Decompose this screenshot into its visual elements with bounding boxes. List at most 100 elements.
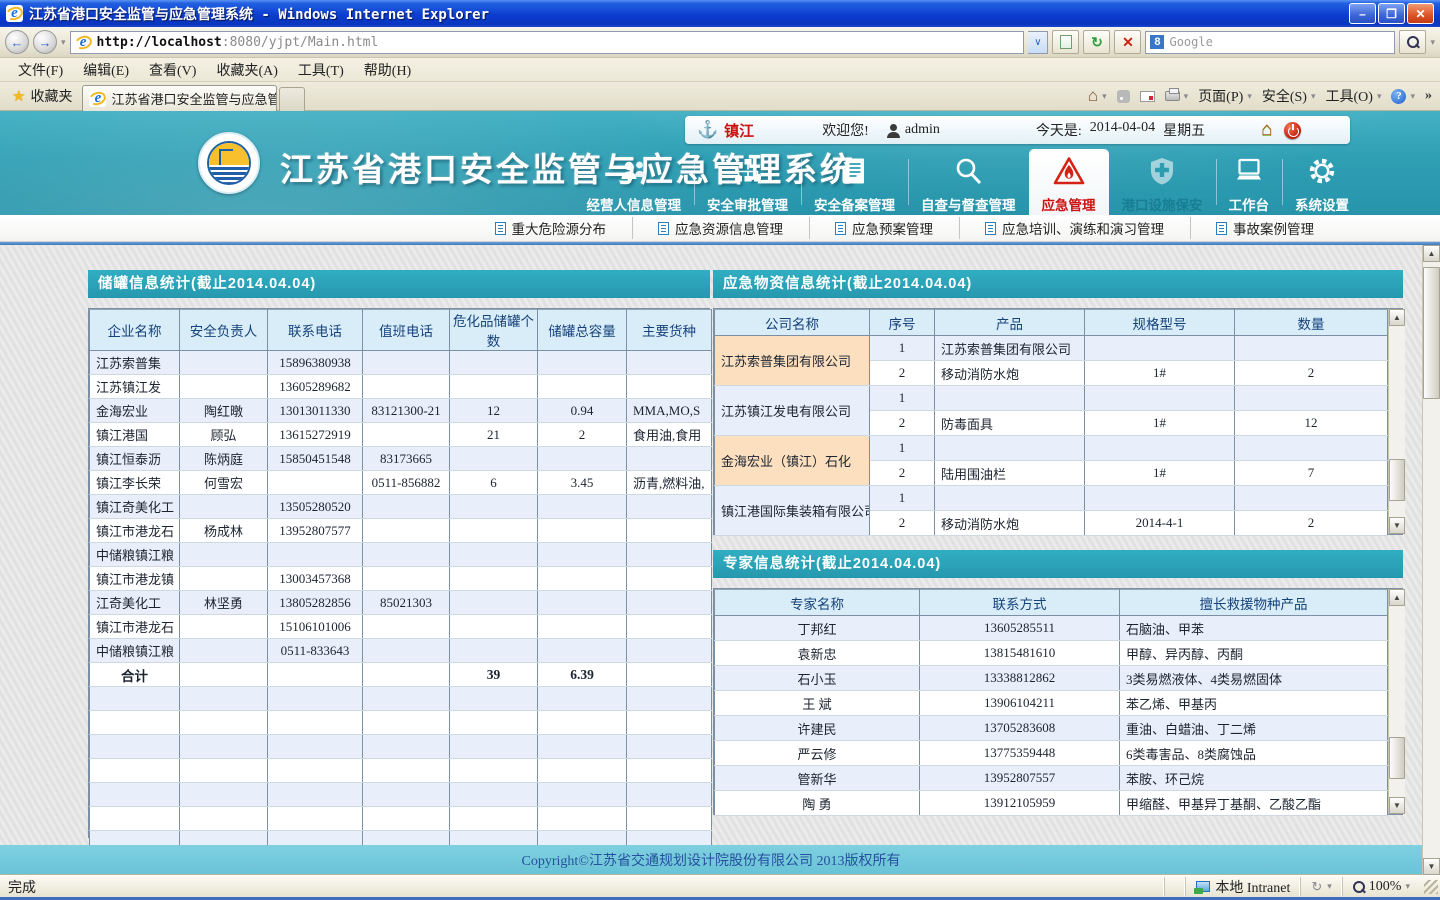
url-dropdown-button[interactable]: ∨ — [1028, 31, 1048, 54]
search-input[interactable]: 8 Google — [1145, 31, 1395, 54]
cell — [1085, 436, 1235, 461]
cell: 39 — [450, 663, 538, 687]
supplies-scrollbar[interactable]: ▲ ▼ — [1388, 309, 1405, 534]
scroll-down-icon[interactable]: ▼ — [1423, 858, 1440, 875]
stop-button[interactable]: ✕ — [1114, 30, 1141, 54]
table-row[interactable]: 合计396.39 — [90, 663, 712, 687]
menu-item[interactable]: 收藏夹(A) — [206, 58, 287, 82]
page-scrollbar[interactable]: ▲ ▼ — [1422, 245, 1440, 875]
cell: 甲缩醛、甲基异丁基酮、乙酸乙酯 — [1120, 791, 1388, 816]
subnav-item[interactable]: 事故案例管理 — [1190, 219, 1340, 237]
nav-item-search[interactable]: 自查与督查管理 — [908, 149, 1029, 215]
back-button[interactable]: ← — [5, 30, 29, 54]
home-button[interactable]: ⌂▾ — [1088, 86, 1107, 106]
scroll-up-icon[interactable]: ▲ — [1389, 589, 1405, 606]
compatibility-view-button[interactable] — [1052, 30, 1079, 54]
nav-item-warning[interactable]: 应急管理 — [1029, 149, 1109, 215]
cell: 15896380938 — [268, 351, 363, 375]
forward-button[interactable]: → — [33, 30, 57, 54]
table-row[interactable]: 江苏镇江发13605289682 — [90, 375, 712, 399]
nav-item-gear[interactable]: 系统设置 — [1282, 149, 1362, 215]
table-row[interactable]: 丁邦红13605285511石脑油、甲苯 — [715, 616, 1388, 641]
minimize-button[interactable]: – — [1349, 3, 1376, 24]
favorites-button[interactable]: ★ 收藏夹 — [0, 86, 82, 106]
help-button[interactable]: ?▾ — [1391, 89, 1415, 104]
scroll-thumb[interactable] — [1423, 267, 1440, 399]
cell — [538, 735, 627, 759]
overflow-chevron-icon[interactable]: » — [1425, 88, 1432, 104]
table-row[interactable]: 许建民13705283608重油、白蜡油、丁二烯 — [715, 716, 1388, 741]
scroll-thumb[interactable] — [1389, 737, 1405, 779]
table-row[interactable]: 镇江恒泰沥陈炳庭1585045154883173665 — [90, 447, 712, 471]
scroll-up-icon[interactable]: ▲ — [1389, 309, 1405, 326]
subnav-item[interactable]: 应急培训、演练和演习管理 — [959, 219, 1190, 237]
print-button[interactable]: ▾ — [1165, 91, 1189, 102]
table-row[interactable]: 袁新忠13815481610甲醇、异丙醇、丙酮 — [715, 641, 1388, 666]
protected-mode-button[interactable]: ↻ ▾ — [1300, 877, 1341, 896]
menu-item[interactable]: 查看(V) — [139, 58, 206, 82]
search-button[interactable] — [1399, 30, 1426, 54]
refresh-button[interactable]: ↻ — [1083, 30, 1110, 54]
table-row[interactable]: 严云修137753594486类毒害品、8类腐蚀品 — [715, 741, 1388, 766]
nav-item-org[interactable]: 安全审批管理 — [694, 149, 801, 215]
table-row[interactable]: 镇江市港龙石杨成林13952807577 — [90, 519, 712, 543]
table-row[interactable]: 石小玉133388128623类易燃液体、4类易燃固体 — [715, 666, 1388, 691]
rss-icon[interactable] — [1117, 90, 1130, 103]
menu-item[interactable]: 编辑(E) — [73, 58, 139, 82]
table-row[interactable]: 镇江市港龙石15106101006 — [90, 615, 712, 639]
table-row[interactable]: 镇江港国际集装箱有限公司1 — [715, 486, 1388, 511]
table-row[interactable]: 金海宏业（镇江）石化1 — [715, 436, 1388, 461]
menu-item[interactable]: 帮助(H) — [354, 58, 421, 82]
menu-item[interactable]: 工具(T) — [288, 58, 354, 82]
mail-icon[interactable] — [1140, 91, 1155, 102]
table-row[interactable]: 江苏索普集团有限公司1江苏索普集团有限公司 — [715, 336, 1388, 361]
table-row[interactable]: 镇江奇美化工13505280520 — [90, 495, 712, 519]
table-row[interactable]: 镇江李长荣何雪宏0511-85688263.45沥青,燃料油, — [90, 471, 712, 495]
history-dropdown-icon[interactable]: ▾ — [61, 37, 66, 48]
scroll-thumb[interactable] — [1389, 459, 1405, 501]
cell — [1085, 486, 1235, 511]
nav-item-document[interactable]: 安全备案管理 — [801, 149, 908, 215]
experts-scrollbar[interactable]: ▲ ▼ — [1388, 589, 1405, 814]
scroll-down-icon[interactable]: ▼ — [1389, 517, 1405, 534]
page-menu[interactable]: 页面(P)▾ — [1198, 86, 1252, 106]
main-nav: 经营人信息管理安全审批管理安全备案管理自查与督查管理应急管理港口设施保安工作台系… — [574, 149, 1363, 215]
home-dropdown-icon[interactable]: ▾ — [1102, 91, 1107, 102]
table-row[interactable]: 中储粮镇江粮 — [90, 543, 712, 567]
table-row[interactable]: 镇江港国顾弘13615272919212食用油,食用 — [90, 423, 712, 447]
new-tab-button[interactable] — [279, 87, 305, 111]
scroll-up-icon[interactable]: ▲ — [1423, 245, 1440, 262]
resize-grip[interactable] — [1424, 880, 1438, 894]
logout-icon[interactable] — [1284, 122, 1301, 139]
table-row[interactable]: 镇江市港龙镇13003457368 — [90, 567, 712, 591]
nav-item-shield[interactable]: 港口设施保安 — [1109, 149, 1216, 215]
scroll-down-icon[interactable]: ▼ — [1389, 797, 1405, 814]
print-dropdown-icon[interactable]: ▾ — [1184, 91, 1189, 102]
menu-item[interactable]: 文件(F) — [8, 58, 73, 82]
nav-item-laptop[interactable]: 工作台 — [1216, 149, 1283, 215]
table-row[interactable]: 王 斌13906104211苯乙烯、甲基丙 — [715, 691, 1388, 716]
search-options-icon[interactable]: ▾ — [1430, 37, 1435, 48]
subnav-item[interactable]: 应急预案管理 — [809, 219, 959, 237]
table-row[interactable]: 金海宏业陶红暾1301301133083121300-21120.94MMA,M… — [90, 399, 712, 423]
table-row[interactable]: 中储粮镇江粮0511-833643 — [90, 639, 712, 663]
portal-home-icon[interactable]: ⌂ — [1261, 119, 1272, 141]
tools-menu[interactable]: 工具(O)▾ — [1326, 86, 1382, 106]
safety-menu[interactable]: 安全(S)▾ — [1262, 86, 1316, 106]
zoom-control[interactable]: 100% ▾ — [1342, 877, 1420, 896]
table-row[interactable]: 陶 勇13912105959甲缩醛、甲基异丁基酮、乙酸乙酯 — [715, 791, 1388, 816]
subnav-item[interactable]: 应急资源信息管理 — [632, 219, 809, 237]
close-button[interactable]: ✕ — [1407, 3, 1434, 24]
url-input[interactable]: e http://localhost:8080/yjpt/Main.html — [70, 31, 1025, 54]
nav-item-people[interactable]: 经营人信息管理 — [574, 149, 695, 215]
maximize-button[interactable]: ❐ — [1378, 3, 1405, 24]
table-row[interactable]: 江苏镇江发电有限公司1 — [715, 386, 1388, 411]
table-row[interactable]: 管新华13952807557苯胺、环己烷 — [715, 766, 1388, 791]
cell — [627, 735, 712, 759]
cell — [450, 543, 538, 567]
table-row[interactable]: 江苏索普集15896380938 — [90, 351, 712, 375]
window-title: 江苏省港口安全监管与应急管理系统 - Windows Internet Expl… — [29, 4, 1349, 24]
table-row[interactable]: 江奇美化工林坚勇1380528285685021303 — [90, 591, 712, 615]
browser-tab[interactable]: e 江苏省港口安全监管与应急管理系统 — [82, 85, 277, 111]
subnav-item[interactable]: 重大危险源分布 — [469, 219, 633, 237]
